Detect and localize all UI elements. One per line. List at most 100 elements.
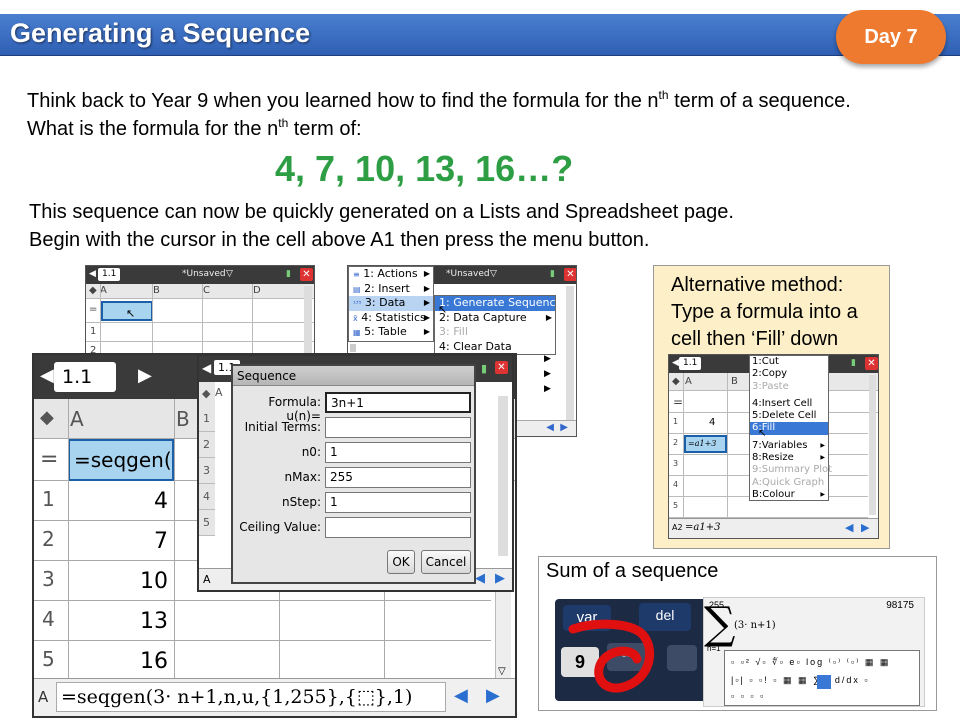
template-row[interactable]: ▫ ▫² √▫ ∜▫ e▫ log ⁽▫⁾ ⁽▫⁾ ▦ ▦ <box>731 657 911 673</box>
menu-item-data[interactable]: ¹³⁵ 3: Data ▶ <box>349 296 433 311</box>
left-arrow-icon[interactable]: ◀ <box>454 685 468 706</box>
cancel-button[interactable]: Cancel <box>421 550 471 574</box>
row-label: 4 <box>199 484 215 510</box>
menu-item[interactable]: A:Quick Graph <box>750 477 828 489</box>
entry-line[interactable]: A2 =a1+3 ◀ ▶ <box>669 518 878 538</box>
formula-cell[interactable]: =seqgen(3 <box>68 439 174 481</box>
cell-value[interactable]: 4 <box>68 489 168 514</box>
right-arrow-icon[interactable]: ▶ <box>486 685 500 706</box>
field-input[interactable] <box>325 417 471 438</box>
row-label: 3 <box>199 458 215 484</box>
sum-template-selected[interactable] <box>817 675 831 689</box>
left-arrow-icon[interactable]: ◀ <box>40 365 54 386</box>
right-arrow-icon[interactable]: ▶ <box>560 422 568 433</box>
equals-icon: = <box>673 395 684 409</box>
chevron-down-icon[interactable]: ▽ <box>490 269 497 279</box>
row-label: 3 <box>42 567 55 591</box>
actions-icon: ≡ <box>353 270 360 279</box>
menu-item-table[interactable]: ▦ 5: Table ▶ <box>349 325 433 340</box>
field-input[interactable]: 1 <box>325 442 471 463</box>
close-icon[interactable]: ✕ <box>300 268 313 281</box>
left-arrow-icon[interactable]: ◀ <box>475 571 485 586</box>
menu-item-generate-sequence[interactable]: 1: Generate Sequence <box>435 296 562 311</box>
column-header-row: ◆ A B C D <box>86 284 314 299</box>
column-b-header[interactable]: B <box>731 376 738 387</box>
column-c-header[interactable]: C <box>203 285 210 296</box>
intro-line1-post: term of a sequence. <box>668 90 851 112</box>
arrow-right-icon: ▶ <box>544 354 551 364</box>
field-label: Ceiling Value: <box>239 520 321 534</box>
scrollbar[interactable] <box>566 286 574 426</box>
menu-item[interactable]: 3:Paste <box>750 381 828 393</box>
cell-value[interactable]: 16 <box>68 649 168 674</box>
menu-item-actions[interactable]: ≡ 1: Actions ▶ <box>349 267 433 282</box>
instructions-line2: Begin with the cursor in the cell above … <box>29 229 650 251</box>
cell-a1[interactable]: 4 <box>709 417 715 428</box>
column-b-header[interactable]: B <box>176 407 190 431</box>
left-arrow-icon[interactable]: ◀ <box>672 358 679 368</box>
left-arrow-icon[interactable]: ◀ <box>845 521 853 534</box>
column-a-header[interactable]: A <box>100 285 107 296</box>
template-row[interactable]: ▫ ▫ ▫ ▫ <box>731 691 821 705</box>
chevron-down-icon[interactable]: ▽ <box>226 269 233 279</box>
row-label: 2 <box>42 527 55 551</box>
intro-line1-sup: th <box>658 88 669 102</box>
menu-item-clear-data[interactable]: 4: Clear Data <box>435 340 555 355</box>
red-circle-annotation <box>568 619 655 693</box>
cell-a2[interactable]: =a1+3 <box>684 435 727 453</box>
scrollbar[interactable] <box>869 375 876 515</box>
menu-item-insert[interactable]: ▤ 2: Insert ▶ <box>349 282 433 297</box>
menu-item[interactable]: 1:Cut <box>750 356 828 368</box>
entry-line[interactable]: A =seqgen(3· n+1,n,u,{1,255},{⬚},1) ◀ ▶ <box>34 678 515 716</box>
page-tab[interactable]: 1.1 <box>54 362 116 392</box>
close-icon[interactable]: ✕ <box>865 357 878 370</box>
scrollbar[interactable] <box>498 396 508 556</box>
menu-item[interactable]: 5:Delete Cell <box>750 410 828 422</box>
close-icon[interactable]: ✕ <box>495 361 508 374</box>
battery-icon: ▮ <box>286 269 291 279</box>
cell-value[interactable]: 13 <box>68 609 168 634</box>
column-d-header[interactable]: D <box>253 285 261 296</box>
field-input[interactable] <box>325 517 471 538</box>
field-input[interactable]: 1 <box>325 492 471 513</box>
field-input[interactable]: 255 <box>325 467 471 488</box>
sigma-icon: ∑ <box>704 598 736 649</box>
ok-button[interactable]: OK <box>387 550 415 574</box>
column-b-header[interactable]: B <box>153 285 160 296</box>
entry-formula[interactable]: =a1+3 <box>685 522 720 533</box>
menu-item[interactable]: 9:Summary Plot <box>750 464 832 476</box>
chevron-down-icon[interactable]: ▽ <box>498 666 506 677</box>
right-arrow-icon[interactable]: ▶ <box>495 571 505 586</box>
column-a-header[interactable]: A <box>70 407 84 431</box>
cell-value[interactable]: 10 <box>68 569 168 594</box>
column-a-header[interactable]: A <box>215 386 223 399</box>
table-icon: ▦ <box>353 328 361 337</box>
field-label: Initial Terms: <box>244 420 321 434</box>
menu-item[interactable]: 7:Variables ▶ <box>750 440 828 452</box>
menu-item-data-capture[interactable]: 2: Data Capture ▶ <box>435 311 555 326</box>
scrollbar[interactable] <box>304 286 312 362</box>
close-icon[interactable]: ✕ <box>564 268 576 281</box>
row-label: 2 <box>673 438 679 447</box>
column-a-header[interactable]: A <box>685 376 692 387</box>
right-arrow-icon[interactable]: ▶ <box>138 365 152 386</box>
menu-item[interactable]: B:Colour ▶ <box>750 489 828 501</box>
field-label: n0: <box>301 445 321 459</box>
menu-item-statistics[interactable]: x̄ 4: Statistics ▶ <box>349 311 433 326</box>
page-tab[interactable]: 1.1 <box>679 357 702 370</box>
row-label: 5 <box>673 501 679 510</box>
left-arrow-icon[interactable]: ◀ <box>89 269 96 279</box>
menu-item[interactable]: 4:Insert Cell <box>750 398 828 410</box>
menu-item[interactable]: 2:Copy <box>750 368 828 380</box>
left-arrow-icon[interactable]: ◀ <box>546 422 554 433</box>
tag-icon: ◆ <box>202 387 211 400</box>
right-arrow-icon[interactable]: ▶ <box>861 521 869 534</box>
cell-value[interactable]: 7 <box>68 529 168 554</box>
menu-item[interactable]: 8:Resize ▶ <box>750 452 828 464</box>
entry-formula[interactable]: =seqgen(3· n+1,n,u,{1,255},{⬚},1) <box>56 682 446 712</box>
menu-item-fill[interactable]: 3: Fill <box>435 325 555 340</box>
page-tab[interactable]: 1.1 <box>98 268 121 281</box>
template-palette[interactable]: ▫ ▫² √▫ ∜▫ e▫ log ⁽▫⁾ ⁽▫⁾ ▦ ▦ |▫| ▫ ▫! ▫… <box>724 650 920 706</box>
left-arrow-icon[interactable]: ◀ <box>202 361 211 375</box>
field-input[interactable]: 3n+1 <box>325 392 471 413</box>
